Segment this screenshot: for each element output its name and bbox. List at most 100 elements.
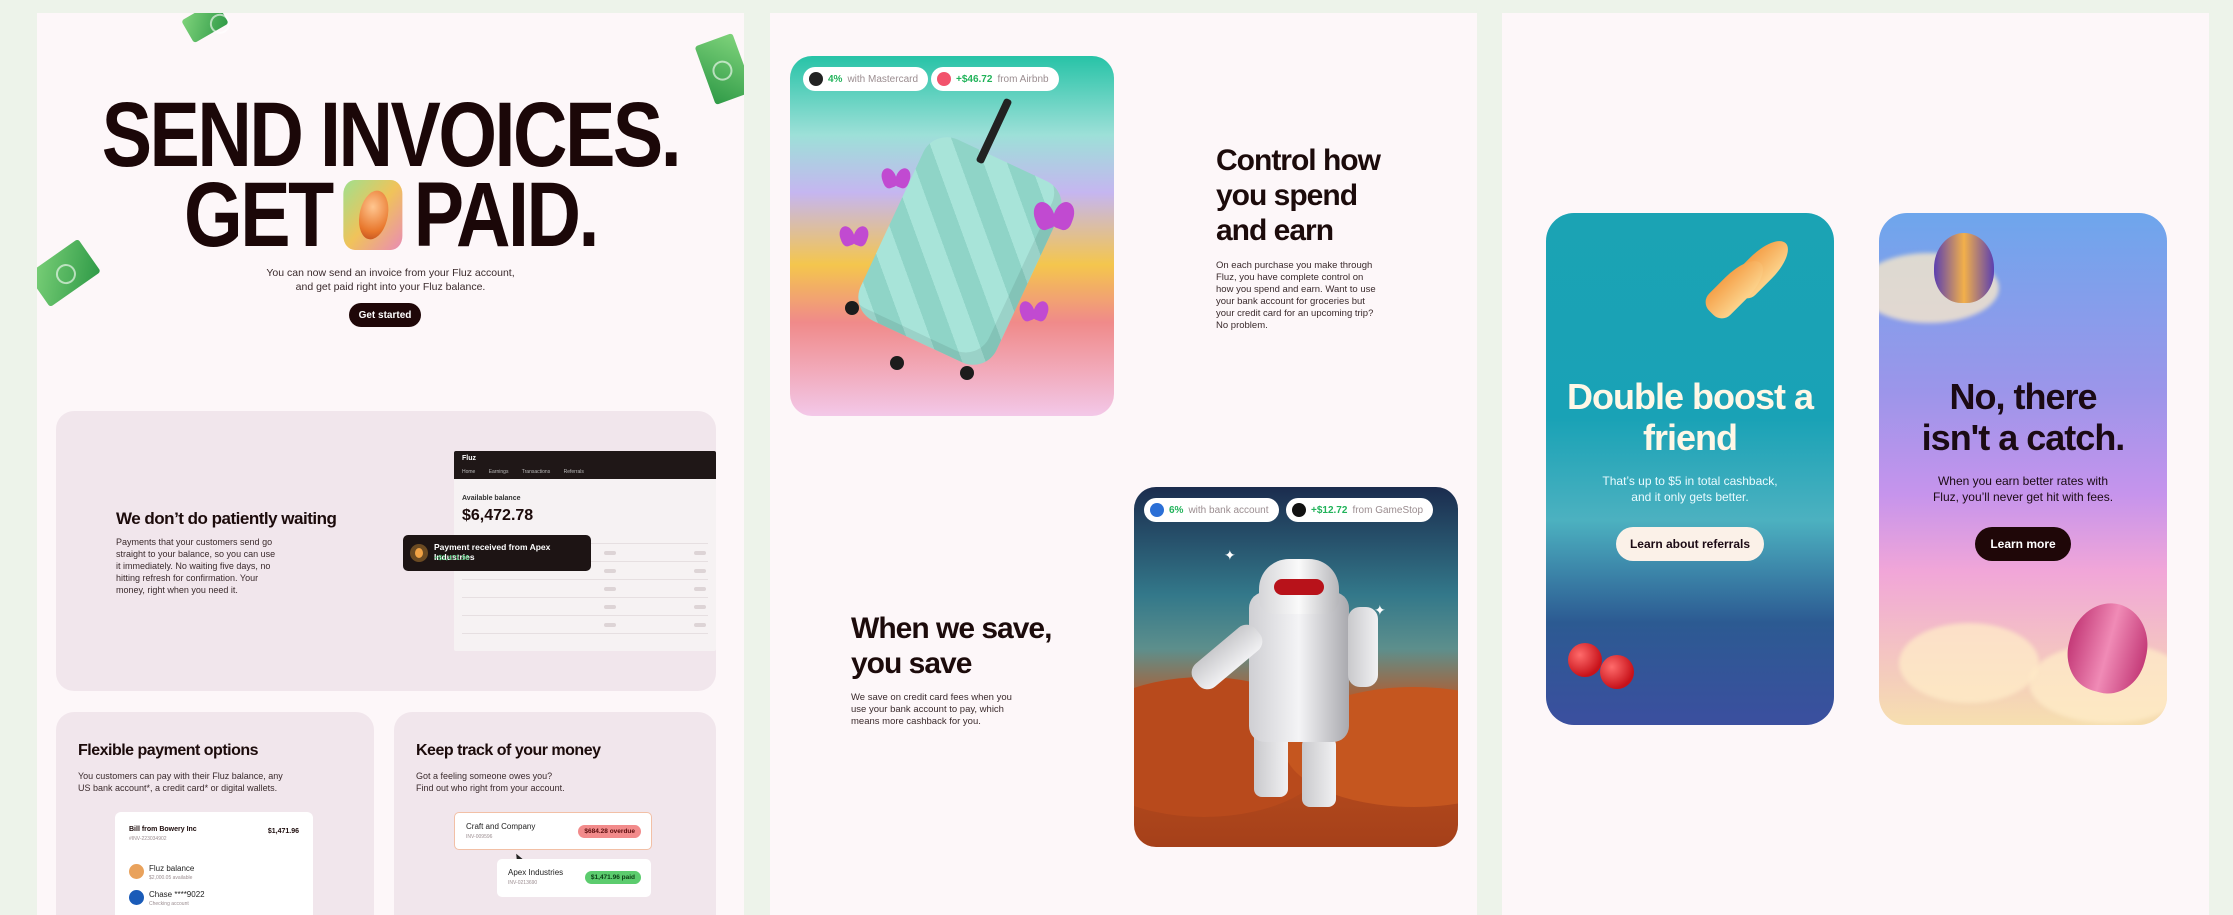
table-cell-placeholder xyxy=(694,551,706,555)
cherry-decoration xyxy=(1568,643,1602,677)
referral-promo-card: Double boost a friend That’s up to $5 in… xyxy=(1546,213,1834,725)
instant-payment-card: We don’t do patiently waiting Payments t… xyxy=(56,411,716,691)
cashback-source: with Mastercard xyxy=(847,73,919,85)
payment-option-sub: $2,000.05 available xyxy=(149,875,193,881)
no-catch-body: When you earn better rates with Fluz, yo… xyxy=(1932,474,2114,504)
payment-option-name: Fluz balance xyxy=(149,864,195,873)
instant-payment-title: We don’t do patiently waiting xyxy=(116,509,337,528)
hero-title-paid: PAID. xyxy=(413,164,600,266)
payment-options-card: Flexible payment options You customers c… xyxy=(56,712,374,915)
referral-title: Double boost a friend xyxy=(1567,376,1814,458)
toast-amount: +$1,471.96 xyxy=(434,555,470,562)
payment-option-sub: Checking account xyxy=(149,901,189,907)
table-cell-placeholder xyxy=(694,587,706,591)
invoice-row[interactable]: Apex Industries INV-0213690 $1,471.96 pa… xyxy=(497,859,651,897)
suitcase-wheel xyxy=(960,366,974,380)
invoice-row[interactable]: Craft and Company INV-009596 $684.28 ove… xyxy=(454,812,652,850)
suitcase-wheel xyxy=(845,301,859,315)
available-balance-value: $6,472.78 xyxy=(462,507,534,524)
robot-visor xyxy=(1274,579,1324,595)
cashback-amount: +$46.72 xyxy=(956,73,993,85)
butterfly-decoration xyxy=(1034,202,1073,233)
table-cell-placeholder xyxy=(604,587,616,591)
robot-illustration xyxy=(1249,592,1349,742)
payment-options-title: Flexible payment options xyxy=(78,742,259,759)
table-cell-placeholder xyxy=(604,551,616,555)
cherry-decoration xyxy=(1600,655,1634,689)
dashboard-divider xyxy=(462,597,708,598)
dashboard-divider xyxy=(462,633,708,634)
learn-more-button[interactable]: Learn more xyxy=(1975,527,2071,561)
cashback-amount: +$12.72 xyxy=(1311,504,1348,516)
suitcase-illustration xyxy=(849,128,1071,374)
fluz-app-icon xyxy=(343,180,403,250)
save-title: When we save, you save xyxy=(851,612,1052,680)
invoice-client: Apex Industries xyxy=(508,868,564,877)
bank-icon xyxy=(1150,503,1164,517)
control-spending-title: Control how you spend and earn xyxy=(1216,144,1381,247)
bill-mockup: Bill from Bowery Inc #INV-223034902 $1,4… xyxy=(115,812,313,915)
learn-about-referrals-button[interactable]: Learn about referrals xyxy=(1616,527,1764,561)
control-spending-body: On each purchase you make through Fluz, … xyxy=(1216,260,1376,331)
track-money-title: Keep track of your money xyxy=(416,742,601,759)
robot-arm xyxy=(1348,607,1378,687)
payment-options-body: You customers can pay with their Fluz ba… xyxy=(78,771,283,793)
robot-leg xyxy=(1302,737,1336,807)
dashboard-divider xyxy=(462,579,708,580)
no-fees-promo-card: No, there isn't a catch. When you earn b… xyxy=(1879,213,2167,725)
airbnb-icon xyxy=(937,72,951,86)
robot-image-card: ✦ ✦ 6% with bank account +$12.72 from Ga… xyxy=(1134,487,1458,847)
bill-amount: $1,471.96 xyxy=(267,828,299,835)
table-cell-placeholder xyxy=(694,623,706,627)
invoice-client: Craft and Company xyxy=(466,822,536,831)
cashback-pill: 4% with Mastercard xyxy=(803,67,929,91)
paid-badge: $1,471.96 paid xyxy=(584,871,641,884)
cashback-pill: 6% with bank account xyxy=(1144,498,1279,522)
get-started-button[interactable]: Get started xyxy=(349,303,421,327)
referral-body: That’s up to $5 in total cashback, and i… xyxy=(1602,474,1778,504)
dashboard-nav: Home Earnings Transactions Referrals xyxy=(462,469,584,475)
money-bill-decoration xyxy=(694,33,744,105)
fluz-balance-icon xyxy=(129,864,144,879)
gamestop-icon xyxy=(1292,503,1306,517)
promos-page-panel: Double boost a friend That’s up to $5 in… xyxy=(1502,13,2209,915)
invoice-number: INV-0213690 xyxy=(508,880,538,886)
track-money-body: Got a feeling someone owes you? Find out… xyxy=(416,771,565,793)
spend-earn-page-panel: 4% with Mastercard +$46.72 from Airbnb C… xyxy=(770,13,1477,915)
hero-title-line-2: GET PAID. xyxy=(101,169,681,261)
hero-title-get: GET xyxy=(183,164,334,266)
butterfly-decoration xyxy=(1020,301,1048,323)
cashback-rate: 4% xyxy=(828,73,843,85)
butterfly-decoration xyxy=(882,168,910,190)
bill-invoice-number: #INV-223034902 xyxy=(129,836,167,842)
dashboard-divider xyxy=(462,615,708,616)
suitcase-handle xyxy=(975,97,1013,165)
save-body: We save on credit card fees when you use… xyxy=(851,692,1012,727)
table-cell-placeholder xyxy=(604,623,616,627)
hot-air-balloon-icon xyxy=(1934,233,1994,303)
cloud-decoration xyxy=(1899,623,2039,703)
instant-payment-body: Payments that your customers send go str… xyxy=(116,537,276,595)
suitcase-image-card: 4% with Mastercard +$46.72 from Airbnb xyxy=(790,56,1114,416)
mastercard-icon xyxy=(809,72,823,86)
cashback-pill: +$46.72 from Airbnb xyxy=(931,67,1059,91)
chase-bank-icon xyxy=(129,890,144,905)
cashback-source: from Airbnb xyxy=(997,73,1049,85)
table-cell-placeholder xyxy=(694,605,706,609)
suitcase-wheel xyxy=(890,356,904,370)
cashback-rate: 6% xyxy=(1169,504,1184,516)
payer-avatar-icon xyxy=(410,544,428,562)
no-catch-title: No, there isn't a catch. xyxy=(1921,376,2126,458)
dashboard-topbar: Fluz Home Earnings Transactions Referral… xyxy=(454,451,716,479)
track-money-card: Keep track of your money Got a feeling s… xyxy=(394,712,716,915)
payment-option-name: Chase ****9022 xyxy=(149,890,205,899)
dashboard-logo: Fluz xyxy=(462,455,476,462)
cashback-source: from GameStop xyxy=(1352,504,1424,516)
invoice-number: INV-009596 xyxy=(466,834,493,840)
payment-received-toast: Payment received from Apex Industries +$… xyxy=(403,535,591,571)
star-decoration: ✦ xyxy=(1224,547,1236,563)
hero-subtitle: You can now send an invoice from your Fl… xyxy=(266,267,515,293)
cashback-source: with bank account xyxy=(1188,504,1269,516)
bill-title: Bill from Bowery Inc xyxy=(129,826,197,833)
table-cell-placeholder xyxy=(604,605,616,609)
